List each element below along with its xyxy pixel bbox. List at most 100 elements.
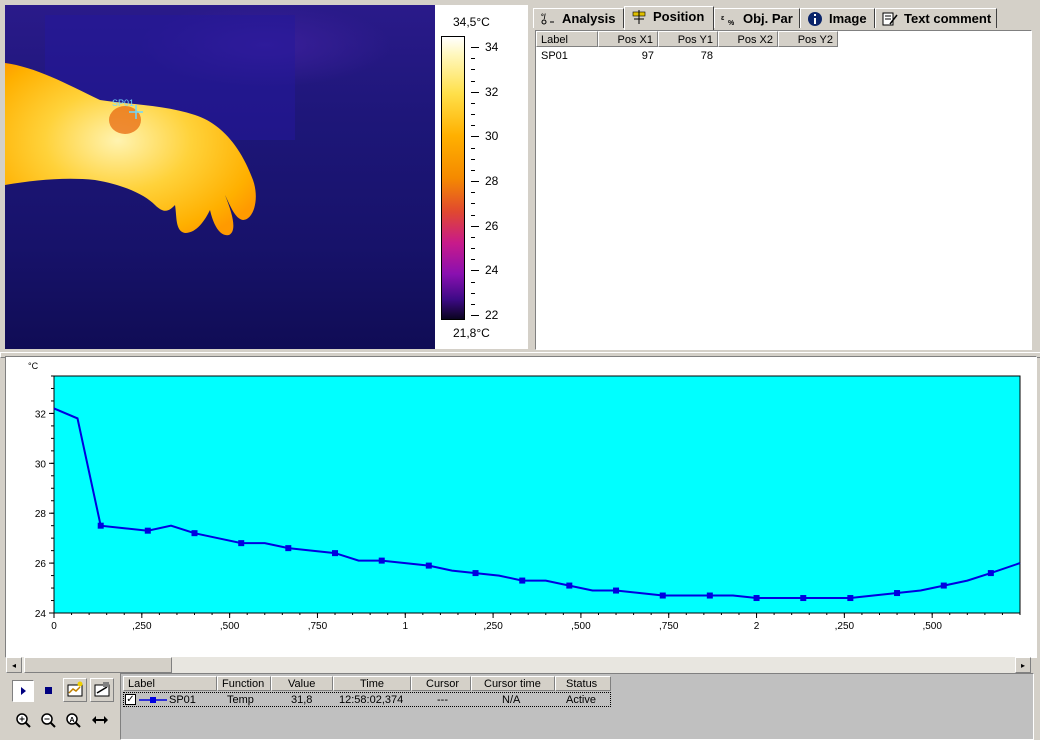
- x-tick-label: 2: [754, 621, 760, 632]
- position-icon: [632, 10, 646, 24]
- row-label: SP01: [169, 694, 196, 706]
- series-marker: [613, 587, 620, 594]
- zoom-in-icon: [16, 713, 31, 728]
- zoom-out-icon: [41, 713, 56, 728]
- tab-obj-par[interactable]: ε% Obj. Par: [714, 8, 800, 28]
- x-tick-label: ,500: [922, 621, 942, 632]
- tab-position[interactable]: Position: [624, 6, 714, 30]
- play-icon: [21, 687, 26, 695]
- column-header[interactable]: Time: [333, 676, 411, 691]
- scale-minor-tick: [471, 259, 475, 261]
- horizontal-scrollbar[interactable]: ◂ ▸: [6, 657, 1031, 673]
- object-parameters-icon: ε%: [721, 15, 735, 26]
- scale-tick: [471, 91, 479, 93]
- column-header[interactable]: Status: [555, 676, 611, 691]
- scale-tick-label: 28: [485, 174, 499, 188]
- position-table: Label Pos X1 Pos Y1 Pos X2 Pos Y2 SP01 9…: [535, 30, 1032, 350]
- chart-toolbar: A: [6, 676, 118, 736]
- x-tick-label: ,500: [220, 621, 240, 632]
- scroll-left-button[interactable]: ◂: [6, 657, 22, 673]
- row-checkbox[interactable]: ✓: [125, 694, 136, 705]
- play-button[interactable]: [12, 680, 34, 702]
- tab-label: Position: [653, 9, 705, 24]
- zoom-fit-button[interactable]: A: [62, 710, 84, 732]
- column-header[interactable]: Cursor time: [471, 676, 555, 691]
- tab-image[interactable]: Image: [800, 8, 875, 28]
- column-header[interactable]: Value: [271, 676, 333, 691]
- pan-horizontal-button[interactable]: [89, 710, 111, 732]
- tab-label: Image: [829, 11, 867, 26]
- stop-icon: [45, 687, 52, 694]
- scroll-right-button[interactable]: ▸: [1015, 657, 1031, 673]
- export-button[interactable]: [90, 678, 114, 702]
- x-tick-label: 1: [402, 621, 408, 632]
- x-tick-label: 0: [51, 621, 57, 632]
- scale-minor-tick: [471, 214, 475, 216]
- x-tick-label: ,750: [659, 621, 679, 632]
- zoom-in-button[interactable]: [12, 710, 34, 732]
- tab-label: Text comment: [904, 11, 992, 26]
- column-header[interactable]: Pos X1: [598, 31, 658, 47]
- x-tick-label: ,750: [308, 621, 328, 632]
- scale-tick: [471, 181, 479, 182]
- row-status: Active: [566, 694, 596, 706]
- color-scale-bar: [441, 36, 465, 320]
- tab-strip: °/ Analysis Position ε% Obj. Par Image T…: [533, 6, 1033, 30]
- scale-minor-tick: [471, 281, 475, 283]
- zoom-out-button[interactable]: [37, 710, 59, 732]
- column-header[interactable]: Pos Y2: [778, 31, 838, 47]
- scale-minor-tick: [471, 236, 475, 238]
- x-tick-label: ,500: [571, 621, 591, 632]
- scale-minor-tick: [471, 248, 475, 249]
- column-header[interactable]: Label: [123, 676, 217, 691]
- scale-minor-tick: [471, 114, 475, 115]
- scale-tick-label: 22: [485, 308, 499, 322]
- column-header[interactable]: Pos Y1: [658, 31, 718, 47]
- scale-tick: [471, 315, 479, 316]
- scale-minor-tick: [471, 203, 475, 205]
- plot-area[interactable]: [53, 375, 1021, 614]
- row-pos-y1[interactable]: 78: [658, 49, 713, 63]
- svg-text:ε: ε: [721, 15, 725, 22]
- chart-settings-icon: [67, 681, 83, 697]
- series-marker: [332, 550, 339, 557]
- tab-text-comment[interactable]: Text comment: [875, 8, 997, 28]
- x-tick-label: ,250: [835, 621, 855, 632]
- series-marker: [519, 577, 526, 584]
- tab-label: Obj. Par: [743, 11, 793, 26]
- y-axis-unit: °C: [28, 361, 39, 371]
- row-pos-x1[interactable]: 97: [598, 49, 654, 63]
- series-marker: [566, 582, 573, 589]
- y-axis: 24 26 28 30 32: [35, 375, 54, 620]
- scroll-thumb[interactable]: [24, 657, 172, 673]
- thermal-image[interactable]: SP01: [5, 5, 435, 349]
- scale-minor-tick: [471, 102, 475, 104]
- scale-tick-label: 32: [485, 84, 499, 99]
- scale-min-label: 21,8°C: [453, 326, 490, 340]
- chart-settings-button[interactable]: [63, 678, 87, 702]
- tab-analysis[interactable]: °/ Analysis: [533, 8, 624, 28]
- scale-tick-label: 30: [485, 129, 499, 144]
- row-label[interactable]: SP01: [541, 49, 568, 63]
- x-axis: 0 ,250 ,500 ,750 1 ,250 ,500 ,750 2 ,250 ,500: [51, 613, 1021, 632]
- column-header[interactable]: Cursor: [411, 676, 471, 691]
- temperature-chart[interactable]: °C 24 26 28 30 32 0 ,250 ,500 ,750 1 ,250 ,500 ,750…: [5, 356, 1037, 658]
- scale-minor-tick: [471, 292, 475, 294]
- scale-tick-label: 26: [485, 218, 499, 233]
- column-header[interactable]: Function: [217, 676, 271, 691]
- scale-minor-tick: [471, 69, 475, 71]
- scale-minor-tick: [471, 147, 475, 149]
- x-tick-label: ,250: [132, 621, 152, 632]
- column-header[interactable]: Label: [536, 31, 598, 47]
- series-marker: [800, 595, 807, 602]
- scale-tick-label: 34: [485, 40, 499, 54]
- series-marker: [191, 530, 198, 537]
- spot-crosshair-icon[interactable]: [129, 105, 143, 119]
- series-marker: [940, 582, 947, 589]
- column-header[interactable]: Pos X2: [718, 31, 778, 47]
- stop-button[interactable]: [37, 680, 59, 702]
- chart-canvas[interactable]: °C 24 26 28 30 32 0 ,250 ,500 ,750 1 ,250 ,500 ,750…: [6, 357, 1034, 655]
- series-marker: [847, 595, 854, 602]
- series-marker: [706, 592, 713, 599]
- row-cursor-time: N/A: [502, 694, 521, 706]
